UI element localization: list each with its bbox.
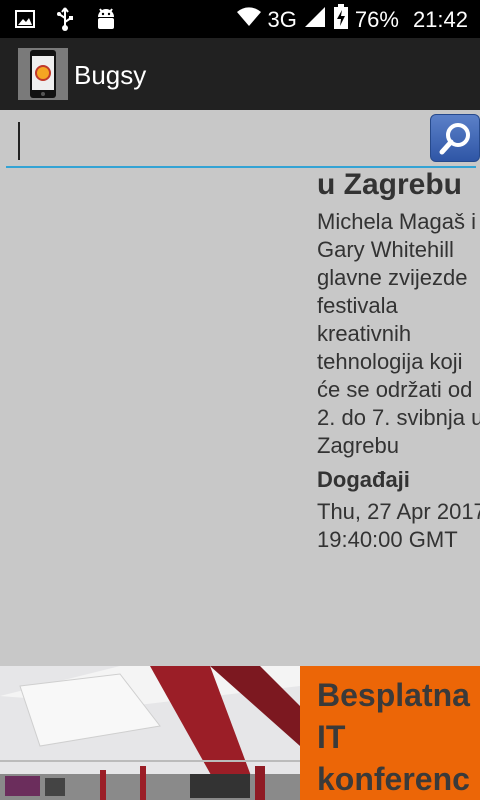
gallery-icon: [14, 8, 36, 35]
next-article-title-line: IT: [317, 719, 346, 755]
next-article-title-panel[interactable]: Besplatna IT konferenc: [300, 666, 480, 800]
article-card[interactable]: u Zagrebu Michela Magaš i Gary Whitehill…: [317, 168, 480, 554]
android-debug-icon: [94, 6, 118, 37]
search-bar: [0, 110, 480, 170]
next-article-title-line: Besplatna: [317, 677, 470, 713]
article-description: Michela Magaš i Gary Whitehill glavne zv…: [317, 209, 480, 458]
wifi-icon: [236, 6, 262, 33]
notification-icons: [14, 6, 118, 37]
app-logo-icon[interactable]: [18, 48, 68, 100]
search-input[interactable]: [6, 116, 476, 168]
battery-level: 76%: [354, 6, 399, 32]
article-headline: u Zagrebu: [317, 168, 463, 201]
action-bar: Bugsy: [0, 38, 480, 110]
search-button[interactable]: [430, 114, 480, 162]
search-icon: [431, 123, 480, 167]
system-indicators: 3G 76% 21:42: [236, 4, 468, 35]
battery-charging-icon: [333, 4, 349, 35]
article-category: Događaji: [317, 467, 410, 492]
clock: 21:42: [412, 6, 468, 32]
article-date: Thu, 27 Apr 2017 19:40:00 GMT: [317, 499, 480, 552]
status-bar: 3G 76% 21:42: [0, 0, 480, 38]
next-article-title-line: konferenc: [317, 761, 470, 797]
app-title: Bugsy: [74, 60, 147, 90]
signal-icon: [303, 5, 327, 34]
next-article-image[interactable]: [0, 666, 300, 800]
main-content: u Zagrebu Michela Magaš i Gary Whitehill…: [0, 110, 480, 800]
network-type: 3G: [267, 6, 297, 32]
next-article-title: Besplatna IT konferenc: [317, 674, 470, 800]
text-cursor: [18, 122, 20, 160]
usb-icon: [54, 6, 76, 37]
